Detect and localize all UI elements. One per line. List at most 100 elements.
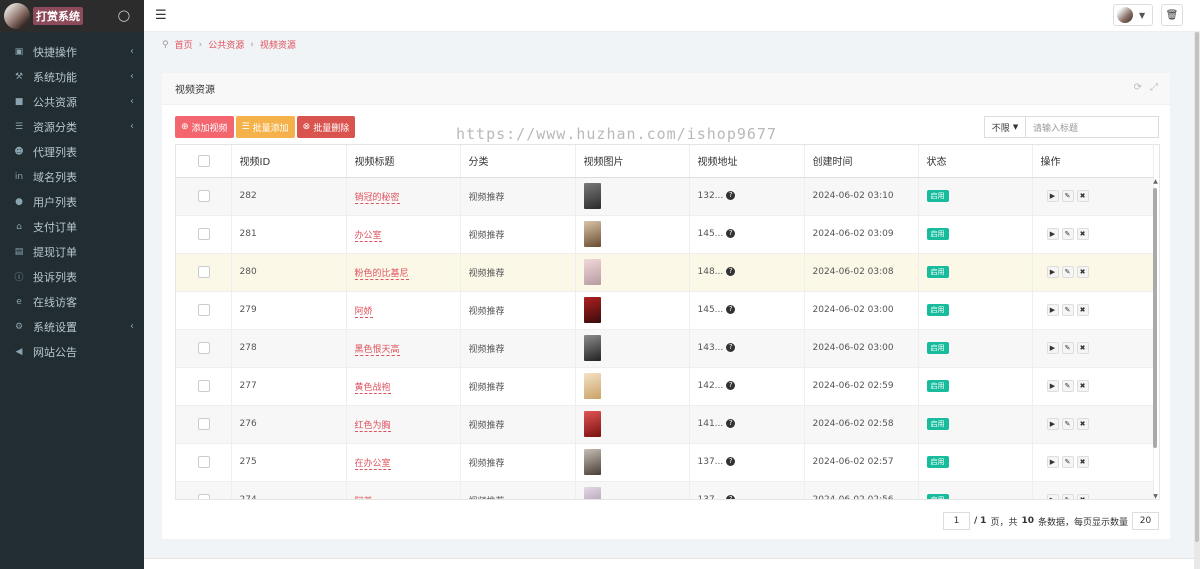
play-icon[interactable]: ▶ — [1046, 418, 1059, 430]
question-circle-icon[interactable]: ? — [726, 305, 736, 314]
add-video-button[interactable]: ⊕ 添加视频 — [175, 116, 234, 138]
video-thumbnail[interactable] — [583, 259, 601, 285]
row-checkbox[interactable] — [198, 304, 210, 316]
table-row[interactable]: 282 销冠的秘密 视频推荐 132...? 2024-06-02 03:10 启用 ▶ ✎ ✖ — [176, 177, 1154, 216]
drop-icon[interactable]: ◯ — [118, 9, 130, 22]
page-size-input[interactable]: 20 — [1132, 512, 1159, 530]
video-thumbnail[interactable] — [583, 487, 601, 499]
question-circle-icon[interactable]: ? — [726, 381, 736, 390]
table-row[interactable]: 281 办公室 视频推荐 145...? 2024-06-02 03:09 启用 ▶ ✎ ✖ — [176, 215, 1154, 254]
table-row[interactable]: 276 红色为胸 视频推荐 141...? 2024-06-02 02:58 启用 ▶ ✎ ✖ — [176, 405, 1154, 444]
video-thumbnail[interactable] — [583, 373, 601, 399]
video-thumbnail[interactable] — [583, 449, 601, 475]
batch-delete-button[interactable]: ⊗ 批量删除 — [296, 116, 356, 138]
video-title-link[interactable]: 阿美 — [354, 496, 373, 499]
play-icon[interactable]: ▶ — [1046, 380, 1059, 392]
question-circle-icon[interactable]: ? — [726, 457, 736, 466]
sidebar-item[interactable]: ⚙ 系统设置 ‹ — [0, 314, 144, 339]
sidebar-item[interactable]: ▤ 提现订单 — [0, 239, 144, 264]
delete-icon[interactable]: ✖ — [1076, 418, 1089, 430]
play-icon[interactable]: ▶ — [1046, 304, 1059, 316]
sidebar-item[interactable]: ▣ 快捷操作 ‹ — [0, 39, 144, 64]
row-checkbox[interactable] — [198, 456, 210, 468]
page-scrollbar[interactable] — [1194, 32, 1200, 569]
edit-icon[interactable]: ✎ — [1061, 266, 1074, 278]
edit-icon[interactable]: ✎ — [1061, 190, 1074, 202]
status-badge[interactable]: 启用 — [926, 418, 949, 430]
column-header[interactable]: 分类 — [460, 145, 576, 178]
table-row[interactable]: 278 黑色恨天高 视频推荐 143...? 2024-06-02 03:00 启用 ▶ ✎ ✖ — [176, 329, 1154, 368]
status-badge[interactable]: 启用 — [926, 190, 949, 202]
hamburger-icon[interactable]: ☰ — [155, 8, 167, 23]
play-icon[interactable]: ▶ — [1046, 190, 1059, 202]
status-badge[interactable]: 启用 — [926, 380, 949, 392]
select-all-checkbox[interactable] — [198, 154, 210, 167]
row-checkbox[interactable] — [198, 418, 210, 430]
edit-icon[interactable]: ✎ — [1061, 456, 1074, 468]
status-badge[interactable]: 启用 — [926, 266, 949, 278]
question-circle-icon[interactable]: ? — [726, 495, 736, 499]
delete-icon[interactable]: ✖ — [1076, 190, 1089, 202]
brand[interactable]: 打赏系统 ◯ — [0, 0, 144, 32]
delete-icon[interactable]: ✖ — [1076, 456, 1089, 468]
edit-icon[interactable]: ✎ — [1061, 304, 1074, 316]
table-row[interactable]: 280 粉色的比基尼 视频推荐 148...? 2024-06-02 03:08 启用 ▶ ✎… — [176, 253, 1154, 292]
play-icon[interactable]: ▶ — [1046, 228, 1059, 240]
expand-icon[interactable]: ⤢ — [1150, 82, 1158, 93]
page-scrollbar-thumb[interactable] — [1195, 32, 1199, 542]
edit-icon[interactable]: ✎ — [1061, 342, 1074, 354]
table-scrollbar[interactable]: ▲ ▼ — [1152, 178, 1159, 499]
question-circle-icon[interactable]: ? — [726, 419, 736, 428]
play-icon[interactable]: ▶ — [1046, 494, 1059, 499]
breadcrumb-current[interactable]: 视频资源 — [260, 38, 296, 51]
delete-icon[interactable]: ✖ — [1076, 342, 1089, 354]
table-row[interactable]: 274阿美视频推荐137...?2024-06-02 02:56启用▶✎✖ — [176, 481, 1154, 499]
row-checkbox[interactable] — [198, 190, 210, 202]
video-thumbnail[interactable] — [583, 183, 601, 209]
video-title-link[interactable]: 在办公室 — [354, 458, 391, 470]
video-title-link[interactable]: 黄色战袍 — [354, 382, 391, 394]
row-checkbox[interactable] — [198, 494, 210, 499]
video-title-link[interactable]: 红色为胸 — [354, 420, 391, 432]
breadcrumb-public-resources[interactable]: 公共资源 — [208, 38, 244, 51]
question-circle-icon[interactable]: ? — [726, 229, 736, 238]
sidebar-item[interactable]: ☻ 代理列表 — [0, 139, 144, 164]
delete-icon[interactable]: ✖ — [1076, 228, 1089, 240]
status-badge[interactable]: 启用 — [926, 342, 949, 354]
play-icon[interactable]: ▶ — [1046, 266, 1059, 278]
table-row[interactable]: 279 阿娇 视频推荐 145...? 2024-06-02 03:00 启用 ▶ ✎ ✖ — [176, 291, 1154, 330]
video-thumbnail[interactable] — [583, 411, 601, 437]
edit-icon[interactable]: ✎ — [1061, 494, 1074, 499]
video-title-link[interactable]: 粉色的比基尼 — [354, 268, 409, 280]
clear-cache-button[interactable]: 🗑 — [1161, 4, 1183, 26]
edit-icon[interactable]: ✎ — [1061, 380, 1074, 392]
sidebar-item[interactable]: ■ 公共资源 ‹ — [0, 89, 144, 114]
video-title-link[interactable]: 阿娇 — [354, 306, 373, 318]
question-circle-icon[interactable]: ? — [726, 267, 736, 276]
row-checkbox[interactable] — [198, 228, 210, 240]
sidebar-item[interactable]: ☰ 资源分类 ‹ — [0, 114, 144, 139]
column-header[interactable]: 创建时间 — [804, 145, 919, 178]
table-scrollbar-thumb[interactable] — [1153, 188, 1157, 448]
sidebar-item[interactable]: ● 用户列表 — [0, 189, 144, 214]
delete-icon[interactable]: ✖ — [1076, 494, 1089, 499]
delete-icon[interactable]: ✖ — [1076, 304, 1089, 316]
column-header[interactable]: 视频标题 — [346, 145, 461, 178]
column-header[interactable]: 视频ID — [231, 145, 347, 178]
row-checkbox[interactable] — [198, 380, 210, 392]
table-row[interactable]: 277 黄色战袍 视频推荐 142...? 2024-06-02 02:59 启用 ▶ ✎ ✖ — [176, 367, 1154, 406]
video-title-link[interactable]: 销冠的秘密 — [354, 192, 400, 204]
play-icon[interactable]: ▶ — [1046, 456, 1059, 468]
status-badge[interactable]: 启用 — [926, 304, 949, 316]
sidebar-item[interactable]: ⌂ 支付订单 — [0, 214, 144, 239]
scroll-down-icon[interactable]: ▼ — [1152, 493, 1159, 499]
edit-icon[interactable]: ✎ — [1061, 418, 1074, 430]
sidebar-item[interactable]: ◀ 网站公告 — [0, 339, 144, 364]
status-badge[interactable]: 启用 — [926, 228, 949, 240]
edit-icon[interactable]: ✎ — [1061, 228, 1074, 240]
sidebar-item[interactable]: e 在线访客 — [0, 289, 144, 314]
sidebar-item[interactable]: ⓘ 投诉列表 — [0, 264, 144, 289]
batch-add-button[interactable]: ☰ 批量添加 — [235, 116, 295, 138]
row-checkbox[interactable] — [198, 266, 210, 278]
filter-select[interactable]: 不限 ▼ — [984, 116, 1025, 138]
